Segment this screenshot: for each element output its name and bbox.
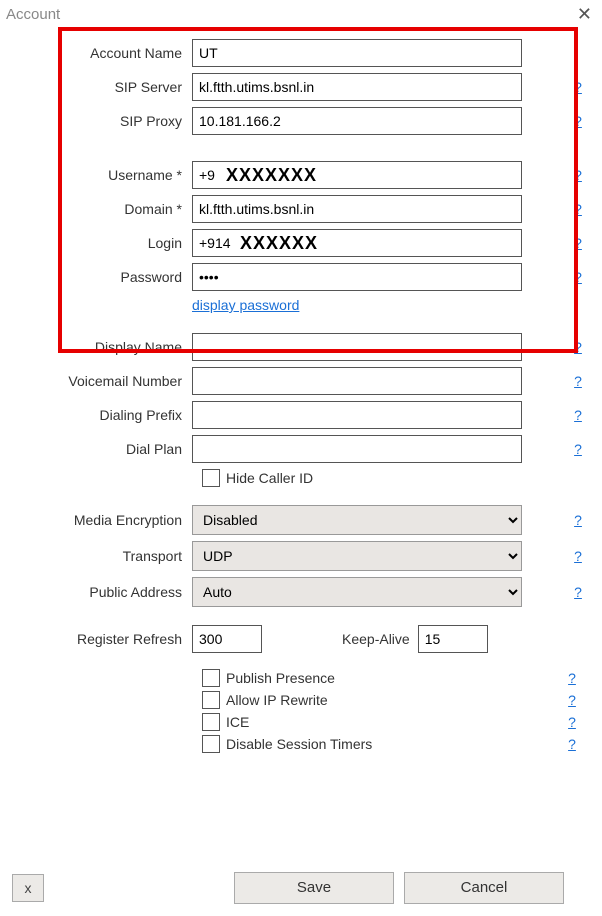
keep-alive-label: Keep-Alive xyxy=(342,631,410,647)
sip-server-input[interactable] xyxy=(192,73,522,101)
help-icon[interactable]: ? xyxy=(566,201,590,217)
help-icon[interactable]: ? xyxy=(566,269,590,285)
dial-plan-input[interactable] xyxy=(192,435,522,463)
help-icon[interactable]: ? xyxy=(560,714,584,730)
allow-ip-rewrite-label: Allow IP Rewrite xyxy=(226,692,328,708)
titlebar: Account ✕ xyxy=(0,0,602,25)
help-icon[interactable]: ? xyxy=(566,235,590,251)
publish-presence-label: Publish Presence xyxy=(226,670,335,686)
ice-label: ICE xyxy=(226,714,249,730)
media-encryption-label: Media Encryption xyxy=(12,512,192,528)
save-button[interactable]: Save xyxy=(234,872,394,904)
display-name-label: Display Name xyxy=(12,339,192,355)
help-icon[interactable]: ? xyxy=(566,339,590,355)
login-input[interactable] xyxy=(192,229,522,257)
publish-presence-checkbox[interactable] xyxy=(202,669,220,687)
help-icon[interactable]: ? xyxy=(566,373,590,389)
password-label: Password xyxy=(12,269,192,285)
disable-session-timers-label: Disable Session Timers xyxy=(226,736,372,752)
help-icon[interactable]: ? xyxy=(566,407,590,423)
close-icon[interactable]: ✕ xyxy=(573,4,596,25)
account-name-input[interactable] xyxy=(192,39,522,67)
domain-input[interactable] xyxy=(192,195,522,223)
help-icon[interactable]: ? xyxy=(566,167,590,183)
keep-alive-input[interactable] xyxy=(418,625,488,653)
login-label: Login xyxy=(12,235,192,251)
display-name-input[interactable] xyxy=(192,333,522,361)
account-name-label: Account Name xyxy=(12,45,192,61)
dialing-prefix-label: Dialing Prefix xyxy=(12,407,192,423)
ice-checkbox[interactable] xyxy=(202,713,220,731)
dialog-body: Account Name SIP Server ? SIP Proxy ? Us… xyxy=(0,25,602,864)
help-icon[interactable]: ? xyxy=(566,548,590,564)
username-label: Username * xyxy=(12,167,192,183)
media-encryption-select[interactable]: Disabled xyxy=(192,505,522,535)
x-button[interactable]: x xyxy=(12,874,44,902)
cancel-button[interactable]: Cancel xyxy=(404,872,564,904)
help-icon[interactable]: ? xyxy=(560,670,584,686)
account-dialog: Account ✕ Account Name SIP Server ? SIP … xyxy=(0,0,602,916)
sip-server-label: SIP Server xyxy=(12,79,192,95)
hide-caller-id-label: Hide Caller ID xyxy=(226,470,313,486)
help-icon[interactable]: ? xyxy=(566,79,590,95)
sip-proxy-input[interactable] xyxy=(192,107,522,135)
help-icon[interactable]: ? xyxy=(566,441,590,457)
password-input[interactable] xyxy=(192,263,522,291)
voicemail-number-input[interactable] xyxy=(192,367,522,395)
help-icon[interactable]: ? xyxy=(566,512,590,528)
dial-plan-label: Dial Plan xyxy=(12,441,192,457)
voicemail-number-label: Voicemail Number xyxy=(12,373,192,389)
hide-caller-id-checkbox[interactable] xyxy=(202,469,220,487)
domain-label: Domain * xyxy=(12,201,192,217)
transport-label: Transport xyxy=(12,548,192,564)
allow-ip-rewrite-checkbox[interactable] xyxy=(202,691,220,709)
sip-proxy-label: SIP Proxy xyxy=(12,113,192,129)
transport-select[interactable]: UDP xyxy=(192,541,522,571)
help-icon[interactable]: ? xyxy=(560,736,584,752)
help-icon[interactable]: ? xyxy=(566,584,590,600)
register-refresh-input[interactable] xyxy=(192,625,262,653)
help-icon[interactable]: ? xyxy=(566,113,590,129)
public-address-label: Public Address xyxy=(12,584,192,600)
username-input[interactable] xyxy=(192,161,522,189)
footer: x Save Cancel xyxy=(0,864,602,916)
disable-session-timers-checkbox[interactable] xyxy=(202,735,220,753)
public-address-select[interactable]: Auto xyxy=(192,577,522,607)
window-title: Account xyxy=(6,6,60,23)
display-password-link[interactable]: display password xyxy=(192,297,299,313)
register-refresh-label: Register Refresh xyxy=(12,631,192,647)
dialing-prefix-input[interactable] xyxy=(192,401,522,429)
help-icon[interactable]: ? xyxy=(560,692,584,708)
